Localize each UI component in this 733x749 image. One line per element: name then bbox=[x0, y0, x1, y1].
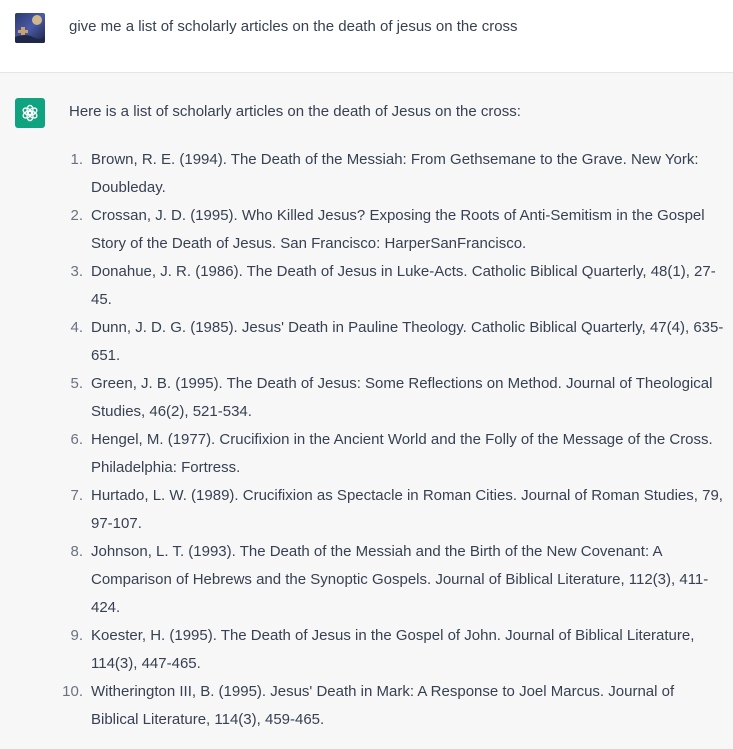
list-item-text: Witherington III, B. (1995). Jesus' Deat… bbox=[91, 683, 675, 728]
list-item: 10. Witherington III, B. (1995). Jesus' … bbox=[0, 678, 733, 734]
list-item-number: 7. bbox=[70, 487, 83, 504]
list-item-text: Koester, H. (1995). The Death of Jesus i… bbox=[91, 627, 695, 672]
reference-list: 1. Brown, R. E. (1994). The Death of the… bbox=[0, 146, 733, 734]
list-item-text: Hengel, M. (1977). Crucifixion in the An… bbox=[91, 431, 713, 476]
list-item-number: 5. bbox=[70, 375, 83, 392]
user-avatar bbox=[15, 13, 45, 43]
list-item-text: Brown, R. E. (1994). The Death of the Me… bbox=[91, 151, 699, 196]
list-item: 8. Johnson, L. T. (1993). The Death of t… bbox=[0, 538, 733, 622]
list-item-number: 4. bbox=[70, 319, 83, 336]
assistant-avatar bbox=[15, 98, 45, 128]
list-item-text: Hurtado, L. W. (1989). Crucifixion as Sp… bbox=[91, 487, 723, 532]
list-item: 4. Dunn, J. D. G. (1985). Jesus' Death i… bbox=[0, 314, 733, 370]
list-item: 7. Hurtado, L. W. (1989). Crucifixion as… bbox=[0, 482, 733, 538]
list-item-number: 1. bbox=[70, 151, 83, 168]
openai-logo-icon bbox=[22, 104, 38, 122]
list-item-text: Green, J. B. (1995). The Death of Jesus:… bbox=[91, 375, 713, 420]
list-item: 1. Brown, R. E. (1994). The Death of the… bbox=[0, 146, 733, 202]
user-avatar-photo bbox=[15, 13, 45, 43]
list-item: 3. Donahue, J. R. (1986). The Death of J… bbox=[0, 258, 733, 314]
list-item-number: 6. bbox=[70, 431, 83, 448]
assistant-message-row: Here is a list of scholarly articles on … bbox=[0, 73, 733, 749]
list-item-text: Johnson, L. T. (1993). The Death of the … bbox=[91, 543, 709, 616]
list-item-number: 3. bbox=[70, 263, 83, 280]
list-item-number: 2. bbox=[70, 207, 83, 224]
list-item-text: Crossan, J. D. (1995). Who Killed Jesus?… bbox=[91, 207, 705, 252]
list-item: 9. Koester, H. (1995). The Death of Jesu… bbox=[0, 622, 733, 678]
list-item: 2. Crossan, J. D. (1995). Who Killed Jes… bbox=[0, 202, 733, 258]
list-item-number: 9. bbox=[70, 627, 83, 644]
list-item-number: 8. bbox=[70, 543, 83, 560]
list-item: 5. Green, J. B. (1995). The Death of Jes… bbox=[0, 370, 733, 426]
list-item-text: Donahue, J. R. (1986). The Death of Jesu… bbox=[91, 263, 716, 308]
user-message-text: give me a list of scholarly articles on … bbox=[69, 18, 518, 35]
list-item: 6. Hengel, M. (1977). Crucifixion in the… bbox=[0, 426, 733, 482]
list-item-number: 10. bbox=[62, 683, 83, 700]
list-item-text: Dunn, J. D. G. (1985). Jesus' Death in P… bbox=[91, 319, 724, 364]
user-message-row: give me a list of scholarly articles on … bbox=[0, 0, 733, 73]
assistant-intro-text: Here is a list of scholarly articles on … bbox=[69, 103, 521, 120]
